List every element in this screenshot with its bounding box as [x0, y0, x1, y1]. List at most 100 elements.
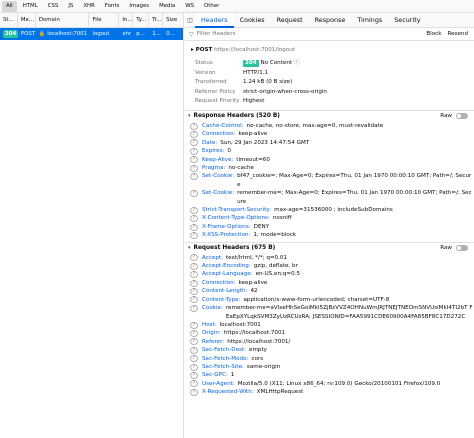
filter-tab-all[interactable]: All: [2, 0, 17, 12]
chevron-down-icon[interactable]: ▾: [188, 113, 191, 119]
header-row[interactable]: ? Accept-Encoding: gzip, deflate, br: [185, 262, 474, 270]
filter-tab-images[interactable]: Images: [125, 1, 153, 12]
help-icon[interactable]: ?: [190, 189, 198, 197]
header-value: keep-alive: [238, 279, 268, 286]
resend-button[interactable]: Resend: [447, 31, 468, 37]
filter-tab-xhr[interactable]: XHR: [79, 1, 99, 12]
header-row[interactable]: ? Sec-Fetch-Dest: empty: [185, 346, 474, 354]
header-row[interactable]: ? Cookie: remember-me=aVIxeHhSeGoiMkl5ZjBz…: [185, 304, 474, 321]
header-row[interactable]: ? X-Frame-Options: DENY: [185, 223, 474, 231]
raw-label: Raw: [440, 113, 452, 120]
header-row[interactable]: ? Keep-Alive: timeout=60: [185, 156, 474, 164]
header-row[interactable]: ? Connection: keep-alive: [185, 130, 474, 139]
help-icon[interactable]: ?: [190, 388, 198, 396]
header-row[interactable]: ? Host: localhost:7001: [185, 321, 474, 329]
help-icon[interactable]: ?: [190, 139, 198, 147]
help-icon[interactable]: ?: [190, 271, 198, 279]
help-icon[interactable]: ?: [190, 363, 198, 371]
raw-toggle[interactable]: [456, 113, 468, 120]
header-row[interactable]: ? X-XSS-Protection: 1; mode=block: [185, 231, 474, 239]
raw-toggle[interactable]: [456, 245, 468, 252]
panel-toggle-icon[interactable]: ◫: [185, 17, 195, 24]
help-icon[interactable]: ?: [190, 380, 198, 388]
header-row[interactable]: ? Strict-Transport-Security: max-age=31536…: [185, 206, 474, 214]
help-icon[interactable]: ?: [190, 131, 198, 139]
request-url[interactable]: https://localhost:7001/logout: [214, 47, 295, 53]
header-name: Content-Type:: [202, 296, 241, 303]
row-transferred: 1...: [152, 31, 161, 37]
header-row[interactable]: ? Sec-Fetch-Site: same-origin: [185, 363, 474, 371]
help-icon[interactable]: ?: [190, 156, 198, 164]
response-headers-section[interactable]: ▾ Response Headers (520 B) Raw: [185, 111, 474, 122]
header-row[interactable]: ? Accept: text/html, */*; q=0.01: [185, 254, 474, 262]
column-transferred[interactable]: Tr...: [149, 13, 164, 28]
table-row[interactable]: 204 POST 🔒 localhost:7001 logout xhr p..…: [0, 28, 183, 40]
help-icon[interactable]: ?: [190, 372, 198, 380]
header-row[interactable]: ? User-Agent: Mozilla/5.0 (X11; Linux x86_…: [185, 380, 474, 388]
block-button[interactable]: Block: [426, 31, 441, 37]
help-icon[interactable]: ?: [190, 223, 198, 231]
filter-headers-input[interactable]: Filter Headers: [197, 31, 427, 37]
help-icon[interactable]: ?: [190, 206, 198, 214]
filter-tab-other[interactable]: Other: [200, 1, 223, 12]
column-size[interactable]: Size: [163, 13, 183, 28]
help-icon[interactable]: ?: [190, 346, 198, 354]
help-icon[interactable]: ?: [190, 231, 198, 239]
help-icon[interactable]: ?: [190, 147, 198, 155]
header-row[interactable]: ? Origin: https://localhost:7001: [185, 329, 474, 337]
chevron-down-icon[interactable]: ▾: [188, 245, 191, 251]
header-row[interactable]: ? Content-Type: application/x-www-form-url…: [185, 296, 474, 304]
header-row[interactable]: ? Pragma: no-cache: [185, 164, 474, 172]
filter-tab-js[interactable]: JS: [64, 1, 77, 12]
tab-cookies[interactable]: Cookies: [234, 13, 271, 28]
filter-tab-html[interactable]: HTML: [19, 1, 42, 12]
header-row[interactable]: ? Set-Cookie: remember-me=; Max-Age=0; Exp…: [185, 189, 474, 206]
column-file[interactable]: File: [89, 13, 120, 28]
header-row[interactable]: ? Connection: keep-alive: [185, 279, 474, 287]
help-icon[interactable]: ?: [190, 330, 198, 337]
transferred-value: 1.24 kB (0 B size): [243, 79, 293, 86]
header-row[interactable]: ? Cache-Control: no-cache, no-store, max-a…: [185, 122, 474, 130]
help-icon[interactable]: ?: [190, 338, 198, 346]
tab-request[interactable]: Request: [271, 13, 309, 28]
tab-response[interactable]: Response: [309, 13, 352, 28]
help-icon[interactable]: ?: [190, 122, 198, 130]
request-headers-section[interactable]: ▾ Request Headers (675 B) Raw: [185, 243, 474, 254]
header-row[interactable]: ? Referer: https://localhost:7001/: [185, 338, 474, 346]
help-icon[interactable]: ?: [190, 296, 198, 304]
column-status[interactable]: St...: [0, 13, 18, 28]
help-icon[interactable]: ?: [190, 355, 198, 363]
help-icon[interactable]: ?: [190, 262, 198, 270]
header-row[interactable]: ? Content-Length: 42: [185, 287, 474, 295]
expand-icon[interactable]: ▸: [191, 47, 194, 53]
help-icon[interactable]: ?: [190, 304, 198, 312]
tab-headers[interactable]: Headers: [195, 13, 234, 28]
header-row[interactable]: ? Date: Sun, 29 Jan 2023 14:47:54 GMT: [185, 139, 474, 147]
filter-tab-fonts[interactable]: Fonts: [101, 1, 124, 12]
column-domain[interactable]: Domain: [36, 13, 90, 28]
column-type[interactable]: Ty...: [133, 13, 150, 28]
help-icon[interactable]: ?: [190, 254, 198, 262]
header-row[interactable]: ? Sec-GPC: 1: [185, 371, 474, 380]
filter-tab-ws[interactable]: WS: [181, 1, 198, 12]
filter-tab-css[interactable]: CSS: [44, 1, 63, 12]
help-icon[interactable]: ?: [190, 287, 198, 295]
help-icon[interactable]: ⓘ: [294, 60, 300, 66]
header-row[interactable]: ? Expires: 0: [185, 147, 474, 155]
tab-timings[interactable]: Timings: [351, 13, 388, 28]
header-row[interactable]: ? Set-Cookie: bf47_cookie=; Max-Age=0; Exp…: [185, 172, 474, 189]
column-method[interactable]: Me...: [18, 13, 36, 28]
help-icon[interactable]: ?: [190, 279, 198, 287]
help-icon[interactable]: ?: [190, 164, 198, 172]
header-row[interactable]: ? Accept-Language: en-US,en;q=0.5: [185, 270, 474, 279]
help-icon[interactable]: ?: [190, 321, 198, 329]
help-icon[interactable]: ?: [190, 173, 198, 181]
header-row[interactable]: ? Sec-Fetch-Mode: cors: [185, 355, 474, 363]
help-icon[interactable]: ?: [190, 215, 198, 223]
filter-tab-media[interactable]: Media: [155, 1, 179, 12]
header-row[interactable]: ? X-Requested-With: XMLHttpRequest: [185, 388, 474, 396]
header-row[interactable]: ? X-Content-Type-Options: nosniff: [185, 214, 474, 223]
tab-security[interactable]: Security: [388, 13, 426, 28]
row-method: POST: [20, 31, 36, 37]
column-initiator[interactable]: In...: [119, 13, 134, 28]
